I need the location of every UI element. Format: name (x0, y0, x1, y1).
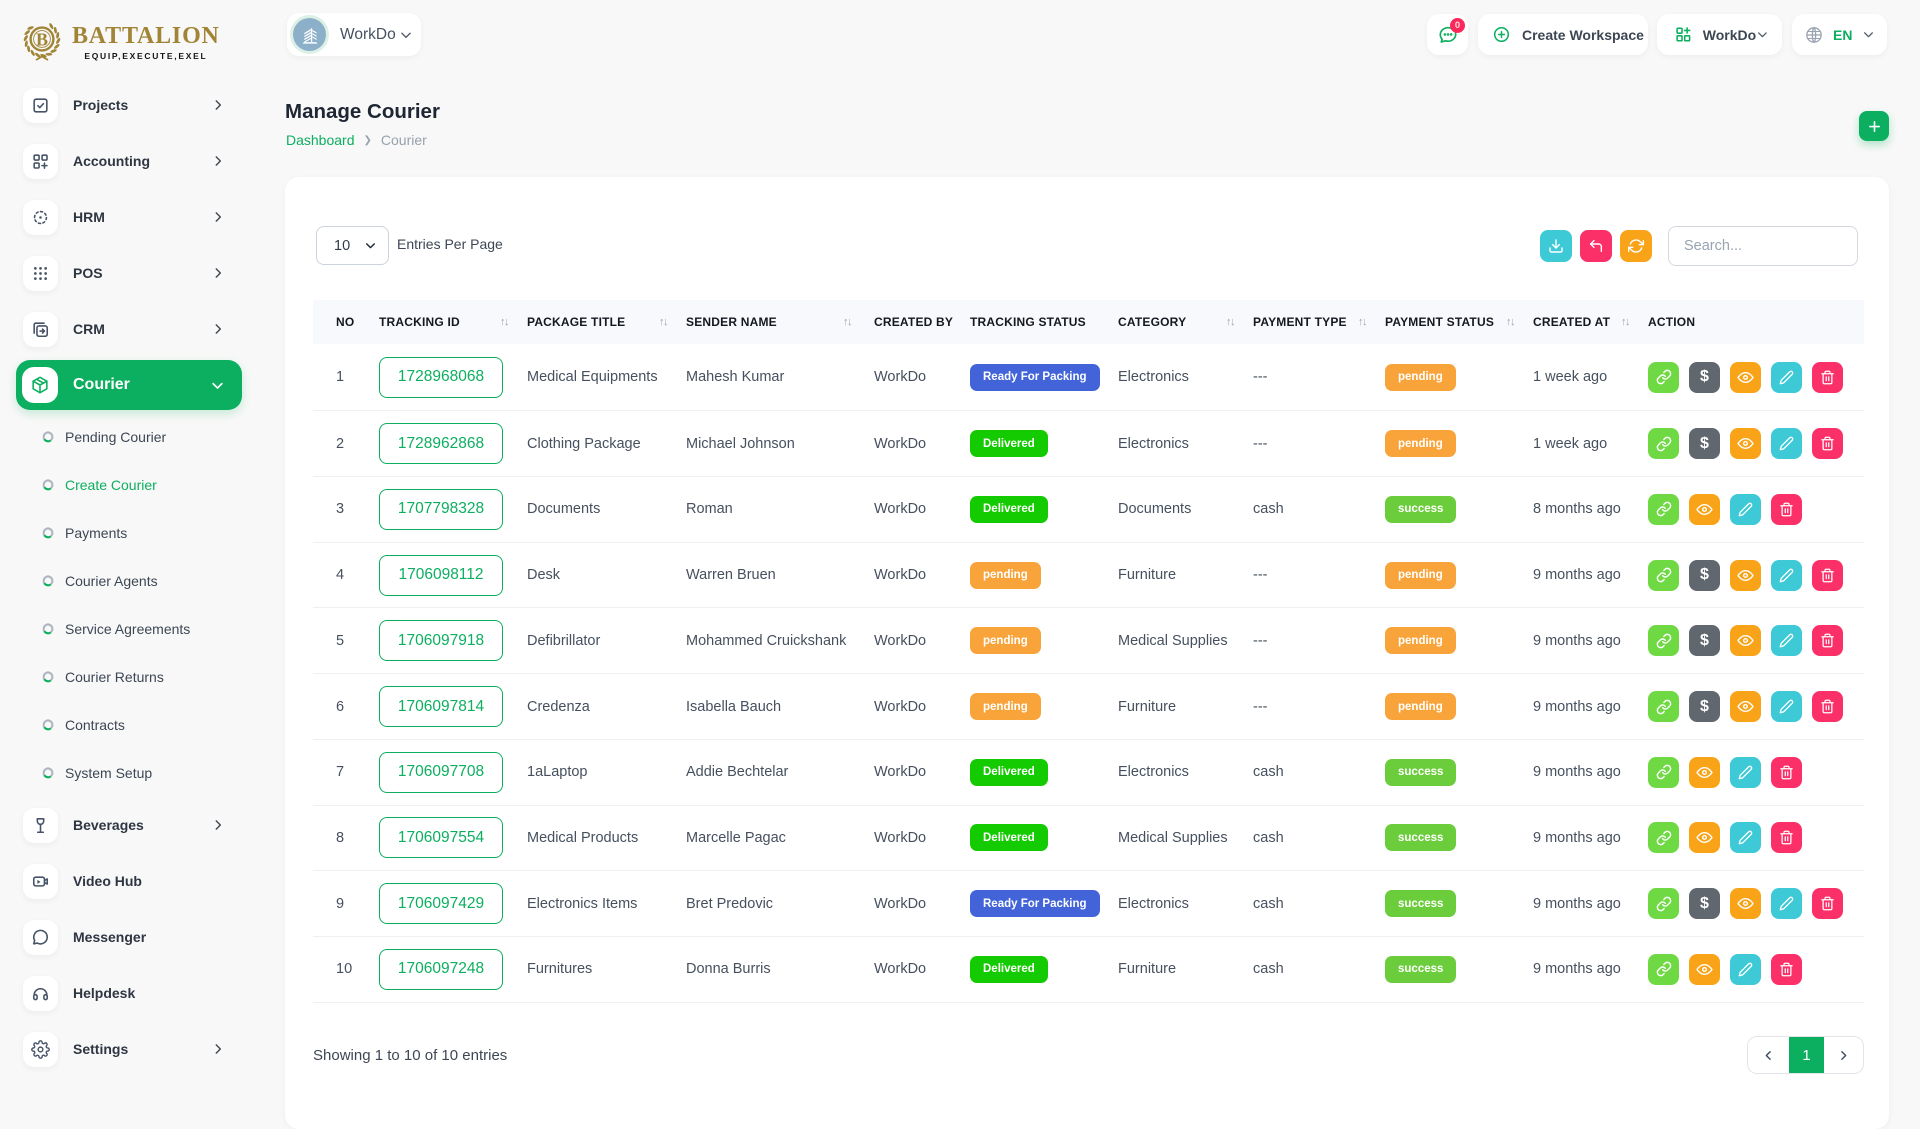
svg-text:B: B (36, 30, 48, 50)
